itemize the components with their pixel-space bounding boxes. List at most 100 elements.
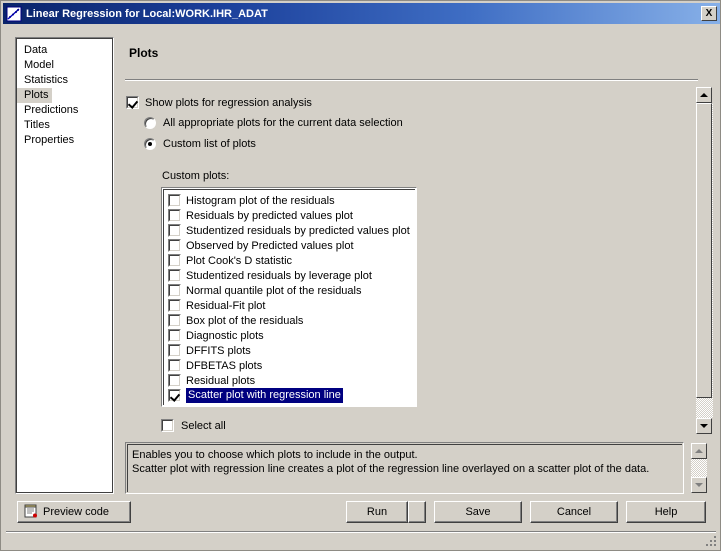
cancel-label: Cancel — [556, 506, 592, 518]
radio-custom-plots[interactable] — [144, 138, 156, 150]
help-label: Help — [654, 506, 678, 518]
sidebar-item-label: Titles — [24, 119, 50, 131]
plot-label: Observed by Predicted values plot — [186, 239, 354, 252]
radio-all-plots-row[interactable]: All appropriate plots for the current da… — [144, 117, 403, 129]
preview-code-label: Preview code — [43, 506, 110, 518]
plot-checkbox[interactable] — [168, 254, 181, 267]
sidebar-item-statistics[interactable]: Statistics — [16, 73, 113, 88]
list-item[interactable]: Normal quantile plot of the residuals — [164, 283, 415, 298]
radio-all-plots[interactable] — [144, 117, 156, 129]
sidebar-item-label: Model — [24, 59, 54, 71]
sidebar-item-properties[interactable]: Properties — [16, 133, 113, 148]
main-scrollbar[interactable] — [696, 87, 713, 434]
plot-label: Residuals by predicted values plot — [186, 209, 353, 222]
sidebar-item-label: Properties — [24, 134, 75, 146]
title-separator — [125, 79, 698, 81]
list-item[interactable]: Diagnostic plots — [164, 328, 415, 343]
sidebar-item-label: Plots — [16, 88, 53, 103]
scroll-down-icon[interactable] — [691, 477, 707, 493]
show-plots-checkbox-row[interactable]: Show plots for regression analysis — [126, 96, 312, 109]
run-label: Run — [366, 506, 388, 518]
resize-grip[interactable] — [705, 535, 717, 547]
description-scrollbar[interactable] — [691, 442, 708, 494]
list-item[interactable]: DFFITS plots — [164, 343, 415, 358]
list-item[interactable]: Residual-Fit plot — [164, 298, 415, 313]
radio-custom-plots-row[interactable]: Custom list of plots — [144, 138, 256, 150]
plot-label: Studentized residuals by leverage plot — [186, 269, 372, 282]
plot-checkbox[interactable] — [168, 284, 181, 297]
show-plots-checkbox[interactable] — [126, 96, 139, 109]
plot-checkbox[interactable] — [168, 299, 181, 312]
plot-label: DFBETAS plots — [186, 359, 263, 372]
custom-plots-list[interactable]: Histogram plot of the residuals Residual… — [161, 187, 417, 407]
save-button[interactable]: Save — [434, 501, 522, 523]
plot-checkbox[interactable] — [168, 329, 181, 342]
bottom-separator — [6, 531, 716, 533]
list-item[interactable]: Residual plots — [164, 373, 415, 388]
scrollbar-track — [691, 459, 707, 477]
plot-label: Diagnostic plots — [186, 329, 264, 342]
plot-checkbox[interactable] — [168, 314, 181, 327]
description-line-2: Scatter plot with regression line create… — [132, 463, 650, 475]
list-item[interactable]: Residuals by predicted values plot — [164, 208, 415, 223]
list-item[interactable]: Plot Cook's D statistic — [164, 253, 415, 268]
window-title: Linear Regression for Local:WORK.IHR_ADA… — [26, 7, 268, 20]
show-plots-label: Show plots for regression analysis — [145, 96, 312, 109]
scroll-down-icon[interactable] — [696, 418, 712, 434]
sidebar-nav[interactable]: Data Model Statistics Plots Predictions … — [15, 37, 114, 494]
plot-checkbox[interactable] — [168, 389, 181, 402]
plot-label: Residual plots — [186, 374, 256, 387]
plot-checkbox[interactable] — [168, 194, 181, 207]
scroll-up-icon[interactable] — [691, 443, 707, 459]
sidebar-item-predictions[interactable]: Predictions — [16, 103, 113, 118]
plot-label: Box plot of the residuals — [186, 314, 304, 327]
cancel-button[interactable]: Cancel — [530, 501, 618, 523]
run-dropdown-button[interactable] — [408, 501, 426, 523]
save-label: Save — [465, 506, 491, 518]
list-item[interactable]: DFBETAS plots — [164, 358, 415, 373]
select-all-label: Select all — [181, 419, 226, 432]
run-button[interactable]: Run — [346, 501, 408, 523]
help-button[interactable]: Help — [626, 501, 706, 523]
description-box: Enables you to choose which plots to inc… — [125, 442, 684, 494]
list-item[interactable]: Scatter plot with regression line — [164, 388, 415, 403]
list-item[interactable]: Studentized residuals by leverage plot — [164, 268, 415, 283]
sidebar-item-data[interactable]: Data — [16, 43, 113, 58]
plot-label: Plot Cook's D statistic — [186, 254, 293, 267]
plot-checkbox[interactable] — [168, 344, 181, 357]
list-item[interactable]: Box plot of the residuals — [164, 313, 415, 328]
custom-plots-label: Custom plots: — [162, 170, 230, 182]
list-item[interactable]: Studentized residuals by predicted value… — [164, 223, 415, 238]
plot-checkbox[interactable] — [168, 359, 181, 372]
scroll-up-icon[interactable] — [696, 87, 712, 103]
list-item[interactable]: Observed by Predicted values plot — [164, 238, 415, 253]
plot-checkbox[interactable] — [168, 269, 181, 282]
plot-checkbox[interactable] — [168, 209, 181, 222]
radio-custom-plots-label: Custom list of plots — [163, 138, 256, 150]
plot-checkbox[interactable] — [168, 224, 181, 237]
sidebar-item-label: Predictions — [24, 104, 79, 116]
preview-code-button[interactable]: Preview code — [17, 501, 131, 523]
plot-label: Residual-Fit plot — [186, 299, 266, 312]
select-all-row[interactable]: Select all — [161, 419, 226, 432]
plot-checkbox[interactable] — [168, 239, 181, 252]
plot-checkbox[interactable] — [168, 374, 181, 387]
sidebar-item-model[interactable]: Model — [16, 58, 113, 73]
select-all-checkbox[interactable] — [161, 419, 174, 432]
sidebar-item-titles[interactable]: Titles — [16, 118, 113, 133]
list-item[interactable]: Histogram plot of the residuals — [164, 193, 415, 208]
sidebar-item-label: Data — [24, 44, 48, 56]
scrollbar-track[interactable] — [696, 103, 713, 418]
radio-all-plots-label: All appropriate plots for the current da… — [163, 117, 403, 129]
sidebar-item-label: Statistics — [24, 74, 69, 86]
dialog-window: Linear Regression for Local:WORK.IHR_ADA… — [0, 0, 721, 551]
plot-label: Histogram plot of the residuals — [186, 194, 335, 207]
plot-label: Scatter plot with regression line — [186, 388, 343, 403]
scrollbar-thumb[interactable] — [696, 103, 712, 398]
description-line-1: Enables you to choose which plots to inc… — [132, 449, 418, 461]
sidebar-item-plots[interactable]: Plots — [16, 88, 113, 103]
regression-chart-icon — [6, 6, 22, 22]
title-bar[interactable]: Linear Regression for Local:WORK.IHR_ADA… — [3, 3, 720, 24]
plot-label: Studentized residuals by predicted value… — [186, 224, 410, 237]
close-icon[interactable]: X — [701, 6, 717, 21]
